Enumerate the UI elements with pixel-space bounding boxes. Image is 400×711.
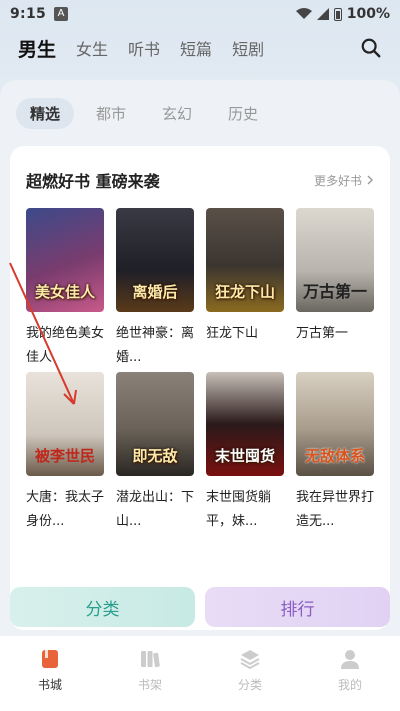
search-icon[interactable]: [360, 37, 382, 59]
bottom-nav-bookstore[interactable]: 书城: [0, 636, 100, 711]
book-card[interactable]: 美女佳人 我的绝色美女佳人: [26, 208, 104, 370]
tab-short-drama[interactable]: 短剧: [232, 36, 264, 60]
cover-title: 美女佳人: [34, 283, 95, 301]
subtab-fantasy[interactable]: 玄幻: [148, 98, 206, 129]
status-bar: 9:15 A 100%: [0, 0, 400, 28]
subtab-urban[interactable]: 都市: [82, 98, 140, 129]
battery-icon: [333, 7, 342, 21]
bottom-nav-label: 书架: [137, 678, 162, 692]
book-title: 万古第一: [296, 326, 349, 341]
tab-female[interactable]: 女生: [76, 36, 108, 60]
book-title: 我在异世界打造无...: [296, 490, 374, 529]
book-title: 狂龙下山: [206, 326, 259, 341]
more-books-link[interactable]: 更多好书: [314, 172, 374, 189]
subtab-featured[interactable]: 精选: [16, 98, 75, 129]
bottom-nav-bookshelf[interactable]: 书架: [100, 636, 200, 711]
tab-male[interactable]: 男生: [18, 35, 56, 62]
book-cover: 万古第一: [296, 208, 374, 312]
main-panel: 精选 都市 玄幻 历史 超燃好书 重磅来袭 更多好书 美女佳人 我的绝色美女佳人: [0, 80, 400, 640]
bottom-nav: 书城 书架 分类 我的: [0, 636, 400, 711]
top-nav: 男生 女生 听书 短篇 短剧: [0, 32, 400, 64]
book-card[interactable]: 万古第一 万古第一: [296, 208, 374, 370]
sub-tabs: 精选 都市 玄幻 历史: [16, 98, 272, 129]
bookshelf-icon: [141, 651, 160, 668]
cover-title: 即无敌: [132, 447, 178, 465]
book-card[interactable]: 狂龙下山 狂龙下山: [206, 208, 284, 370]
card-header: 超燃好书 重磅来袭 更多好书: [26, 168, 374, 192]
signal-icon: [316, 8, 329, 20]
status-time: 9:15: [10, 6, 47, 22]
cover-title: 离婚后: [132, 283, 178, 301]
book-cover: 离婚后: [116, 208, 194, 312]
ranking-button[interactable]: 排行: [205, 587, 390, 627]
tab-short-story[interactable]: 短篇: [180, 36, 212, 60]
card-title: 超燃好书 重磅来袭: [26, 172, 160, 191]
cover-title: 狂龙下山: [214, 283, 275, 301]
cover-title: 万古第一: [302, 282, 367, 301]
book-card[interactable]: 离婚后 绝世神豪：离婚...: [116, 208, 194, 370]
book-card[interactable]: 末世囤货 末世囤货躺平，妹...: [206, 372, 284, 534]
quick-buttons: 分类 排行: [10, 587, 390, 627]
book-cover: 末世囤货: [206, 372, 284, 476]
book-cover: 即无敌: [116, 372, 194, 476]
subtab-history[interactable]: 历史: [214, 98, 272, 129]
book-cover: 狂龙下山: [206, 208, 284, 312]
bottom-nav-label: 分类: [237, 678, 262, 692]
category-button[interactable]: 分类: [10, 587, 195, 627]
book-cover: 美女佳人: [26, 208, 104, 312]
bottom-nav-category[interactable]: 分类: [200, 636, 300, 711]
book-cover: 无敌体系: [296, 372, 374, 476]
book-card[interactable]: 即无敌 潜龙出山：下山...: [116, 372, 194, 534]
chevron-right-icon: [367, 175, 373, 185]
battery-level: 100%: [346, 6, 390, 22]
bottom-nav-label: 书城: [37, 678, 62, 692]
book-card[interactable]: 被李世民 大唐：我太子身份...: [26, 372, 104, 534]
wifi-icon: [295, 8, 312, 19]
bottom-nav-label: 我的: [337, 678, 362, 692]
bottom-nav-profile[interactable]: 我的: [300, 636, 400, 711]
more-books-label: 更多好书: [313, 173, 362, 188]
book-cover: 被李世民: [26, 372, 104, 476]
cover-title: 被李世民: [34, 447, 95, 465]
book-title: 潜龙出山：下山...: [116, 490, 194, 529]
tab-audiobook[interactable]: 听书: [128, 36, 160, 60]
cover-title: 末世囤货: [214, 447, 275, 465]
book-title: 大唐：我太子身份...: [26, 490, 104, 529]
book-title: 末世囤货躺平，妹...: [206, 490, 272, 529]
book-city-icon: [42, 650, 58, 668]
feature-card: 超燃好书 重磅来袭 更多好书 美女佳人 我的绝色美女佳人 离婚后 绝世神豪：离婚…: [10, 146, 390, 630]
book-title: 绝世神豪：离婚...: [116, 326, 194, 365]
layers-icon: [240, 650, 260, 670]
status-right: 100%: [295, 6, 390, 22]
notification-icon: A: [54, 7, 69, 21]
book-title: 我的绝色美女佳人: [26, 326, 104, 365]
user-icon: [341, 650, 359, 669]
cover-title: 无敌体系: [304, 447, 365, 465]
book-card[interactable]: 无敌体系 我在异世界打造无...: [296, 372, 374, 534]
